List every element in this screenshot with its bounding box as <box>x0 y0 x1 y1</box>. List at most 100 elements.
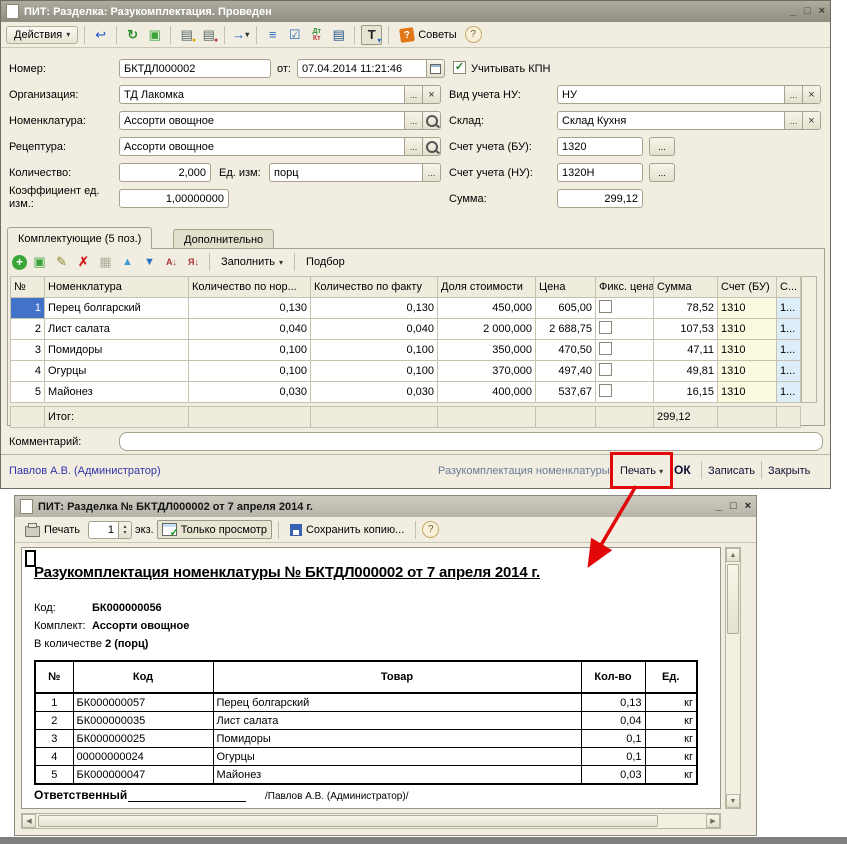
maximize-button[interactable]: □ <box>804 5 811 18</box>
fixed-price-checkbox[interactable] <box>599 321 612 334</box>
delete-row-icon[interactable]: ✗ <box>74 253 93 271</box>
nomenclature-cell[interactable]: Перец болгарский <box>45 298 189 319</box>
code-value[interactable]: БК000000056 <box>92 602 162 614</box>
copies-spinner[interactable]: 1 ▴ ▾ <box>88 521 132 539</box>
close-document-button[interactable]: Закрыть <box>768 465 810 477</box>
code-cell[interactable]: БК000000047 <box>73 766 213 785</box>
scroll-up-button[interactable]: ▲ <box>726 548 740 562</box>
edit-row-icon[interactable]: ✎ <box>52 253 71 271</box>
fill-menu-button[interactable]: Заполнить ▾ <box>216 253 288 271</box>
share-cell[interactable]: 370,000 <box>438 361 536 382</box>
magnifier-button[interactable] <box>422 138 440 155</box>
code-cell[interactable]: 00000000024 <box>73 748 213 766</box>
recipe-field[interactable]: Ассорти овощное ... <box>119 137 441 156</box>
close-button[interactable]: × <box>745 500 751 513</box>
help-icon[interactable]: ? <box>465 26 482 43</box>
nomenclature-cell[interactable]: Помидоры <box>45 340 189 361</box>
clear-button[interactable]: × <box>802 112 820 129</box>
goto-icon[interactable]: →▾ <box>231 26 250 44</box>
unit-field[interactable]: порц ... <box>269 163 441 182</box>
fixed-price-cell[interactable] <box>596 319 654 340</box>
column-header[interactable]: Ед. <box>645 661 697 693</box>
copy-row-icon[interactable]: ▣ <box>30 253 49 271</box>
account-cell[interactable]: 1310 <box>718 361 777 382</box>
fixed-price-checkbox[interactable] <box>599 363 612 376</box>
account-cell[interactable]: 1310 <box>718 340 777 361</box>
goods-cell[interactable]: Помидоры <box>213 730 581 748</box>
extra-cell[interactable]: 1... <box>777 361 801 382</box>
sum-cell[interactable]: 16,15 <box>654 382 718 403</box>
row-number-cell[interactable]: 5 <box>35 766 73 785</box>
checklist-icon[interactable]: ☑ <box>285 26 304 44</box>
number-field[interactable]: БКТДЛ000002 <box>119 59 271 78</box>
share-cell[interactable]: 2 000,000 <box>438 319 536 340</box>
qty-norm-cell[interactable]: 0,040 <box>189 319 311 340</box>
scroll-left-button[interactable]: ◀ <box>22 814 36 828</box>
goods-cell[interactable]: Огурцы <box>213 748 581 766</box>
select-button[interactable]: ... <box>404 138 422 155</box>
refresh-icon[interactable]: ↻ <box>123 26 142 44</box>
row-number-cell[interactable]: 5 <box>11 382 45 403</box>
nomenclature-cell[interactable]: Лист салата <box>45 319 189 340</box>
dt-kt-accounting-icon[interactable]: Дт Кт <box>307 26 326 44</box>
row-number-cell[interactable]: 1 <box>11 298 45 319</box>
column-header[interactable]: Доля стоимости <box>438 277 536 298</box>
qty-fact-cell[interactable]: 0,100 <box>311 361 438 382</box>
qty-line[interactable]: В количестве 2 (порц) <box>34 638 148 650</box>
price-cell[interactable]: 605,00 <box>536 298 596 319</box>
share-cell[interactable]: 350,000 <box>438 340 536 361</box>
row-number-cell[interactable]: 3 <box>35 730 73 748</box>
calendar-button[interactable] <box>426 60 444 77</box>
nu-kind-field[interactable]: НУ ... × <box>557 85 821 104</box>
share-cell[interactable]: 450,000 <box>438 298 536 319</box>
qty-norm-cell[interactable]: 0,100 <box>189 340 311 361</box>
report-icon[interactable]: ▤ <box>329 26 348 44</box>
column-header[interactable]: Код <box>73 661 213 693</box>
goods-cell[interactable]: Майонез <box>213 766 581 785</box>
kpn-checkbox[interactable]: ✓ <box>453 61 466 74</box>
kit-label[interactable]: Комплект: <box>34 620 86 632</box>
minimize-button[interactable]: _ <box>716 500 722 513</box>
row-number-cell[interactable]: 4 <box>11 361 45 382</box>
responsible-value[interactable]: /Павлов А.В. (Администратор)/ <box>265 791 408 802</box>
select-button[interactable]: ... <box>784 112 802 129</box>
nomenclature-field[interactable]: Ассорти овощное ... <box>119 111 441 130</box>
column-header[interactable]: Количество по факту <box>311 277 438 298</box>
save-close-icon[interactable]: ↩ <box>91 26 110 44</box>
view-only-toggle[interactable]: ✓ Только просмотр <box>157 520 272 539</box>
extra-cell[interactable]: 1... <box>777 319 801 340</box>
horizontal-scrollbar[interactable]: ◀ ▶ <box>21 813 721 829</box>
goods-cell[interactable]: Перец болгарский <box>213 693 581 712</box>
row-number-cell[interactable]: 4 <box>35 748 73 766</box>
fixed-price-checkbox[interactable] <box>599 342 612 355</box>
sum-cell[interactable]: 78,52 <box>654 298 718 319</box>
account-bu-select-button[interactable]: ... <box>649 137 675 156</box>
save-rows-icon[interactable]: ▦ <box>96 253 115 271</box>
save-copy-button[interactable]: Сохранить копию... <box>285 521 409 539</box>
fixed-price-cell[interactable] <box>596 361 654 382</box>
select-button[interactable]: ... <box>404 112 422 129</box>
column-header[interactable]: Цена <box>536 277 596 298</box>
select-button[interactable]: ... <box>404 86 422 103</box>
scroll-right-button[interactable]: ▶ <box>706 814 720 828</box>
row-number-cell[interactable]: 2 <box>11 319 45 340</box>
qty-cell[interactable]: 0,1 <box>581 748 645 766</box>
sum-cell[interactable]: 107,53 <box>654 319 718 340</box>
copy-document-icon[interactable]: ▣ <box>145 26 164 44</box>
column-header[interactable]: № <box>11 277 45 298</box>
ok-button[interactable]: ОК <box>674 463 691 477</box>
nomenclature-cell[interactable]: Майонез <box>45 382 189 403</box>
account-cell[interactable]: 1310 <box>718 382 777 403</box>
filter-settings-icon[interactable]: Т ▾ <box>361 25 382 45</box>
account-nu-field[interactable]: 1320Н <box>557 163 643 182</box>
row-number-cell[interactable]: 2 <box>35 712 73 730</box>
qty-norm-cell[interactable]: 0,130 <box>189 298 311 319</box>
price-cell[interactable]: 537,67 <box>536 382 596 403</box>
column-header[interactable]: Кол-во <box>581 661 645 693</box>
extra-cell[interactable]: 1... <box>777 340 801 361</box>
unit-cell[interactable]: кг <box>645 693 697 712</box>
kit-value[interactable]: Ассорти овощное <box>92 620 189 632</box>
print-form-title[interactable]: Разукомплектация номенклатуры № БКТДЛ000… <box>34 564 540 581</box>
sort-ascending-icon[interactable]: А↓ <box>162 253 181 271</box>
unit-cell[interactable]: кг <box>645 748 697 766</box>
